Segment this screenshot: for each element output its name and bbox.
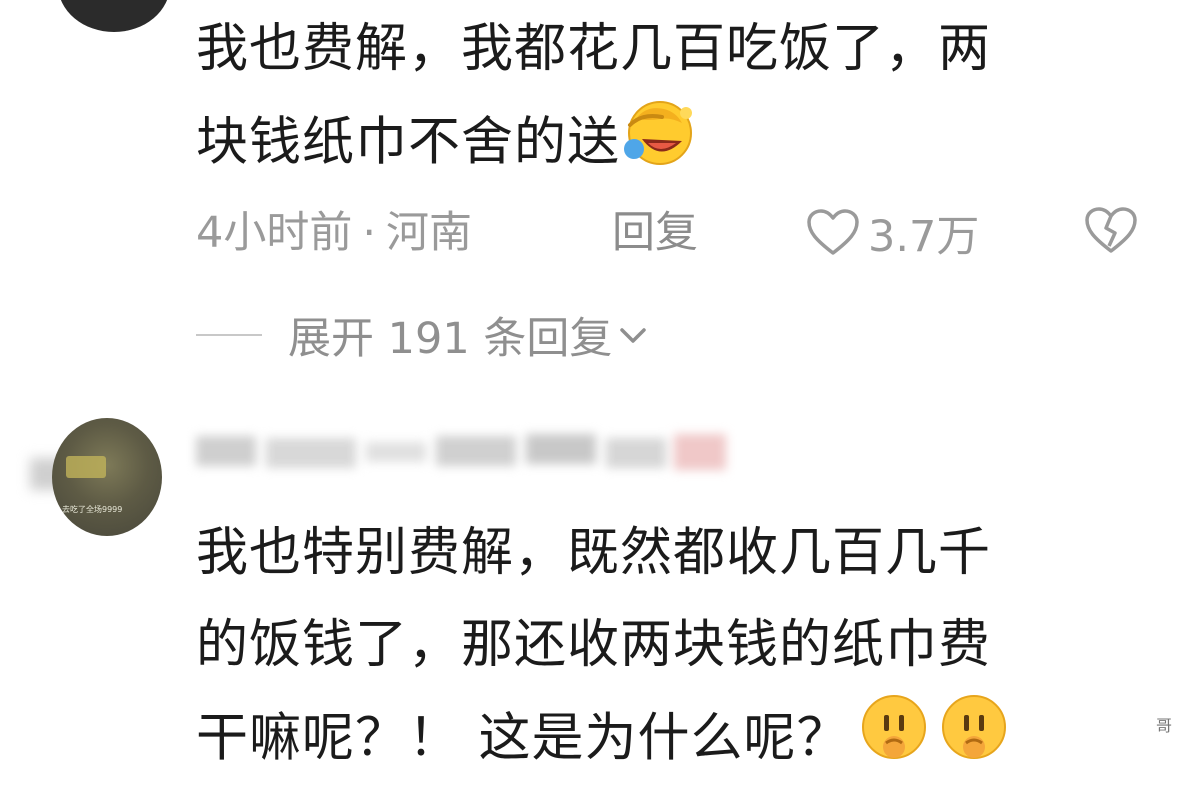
comment-text: 块钱纸巾不舍的送 <box>196 112 621 173</box>
expand-replies-button[interactable]: 展开 191 条回复 <box>196 300 648 370</box>
location: 河南 <box>386 208 473 258</box>
divider <box>196 334 262 336</box>
comment-text-line: 我也费解，我都花几百吃饭了，两 <box>196 19 992 79</box>
like-button[interactable]: 3.7万 <box>806 198 979 268</box>
separator-dot: · <box>362 208 377 258</box>
laughing-crying-emoji-icon <box>620 95 698 196</box>
chevron-down-icon <box>620 328 647 343</box>
expand-replies-label: 展开 191 条回复 <box>288 314 613 364</box>
avatar[interactable]: 去吃了全场9999 <box>52 418 162 536</box>
reply-button[interactable]: 回复 <box>612 198 698 268</box>
comment-text-line: 的饭钱了，那还收两块钱的纸巾费 <box>196 615 992 675</box>
comment-text: 干嘛呢？！ 这是为什么呢？ <box>196 708 850 769</box>
avatar-badge <box>66 456 106 478</box>
confused-emoji-icon <box>858 691 930 792</box>
dislike-button[interactable] <box>1084 206 1138 260</box>
broken-heart-icon <box>1085 207 1137 253</box>
heart-icon <box>807 209 859 255</box>
confused-emoji-icon <box>938 691 1010 792</box>
comment-text-line: 块钱纸巾不舍的送 <box>196 95 698 196</box>
side-text: 哥 <box>1156 716 1173 735</box>
blurred-username[interactable] <box>196 424 756 480</box>
comment-meta: 4小时前 · 河南 <box>196 198 472 268</box>
timestamp: 4小时前 <box>196 208 353 258</box>
comment-text-line: 干嘛呢？！ 这是为什么呢？ <box>196 691 1010 792</box>
like-count: 3.7万 <box>868 212 980 262</box>
avatar[interactable] <box>58 0 170 32</box>
avatar-caption: 去吃了全场9999 <box>62 505 123 514</box>
comment-text-line: 我也特别费解，既然都收几百几千 <box>196 523 992 583</box>
